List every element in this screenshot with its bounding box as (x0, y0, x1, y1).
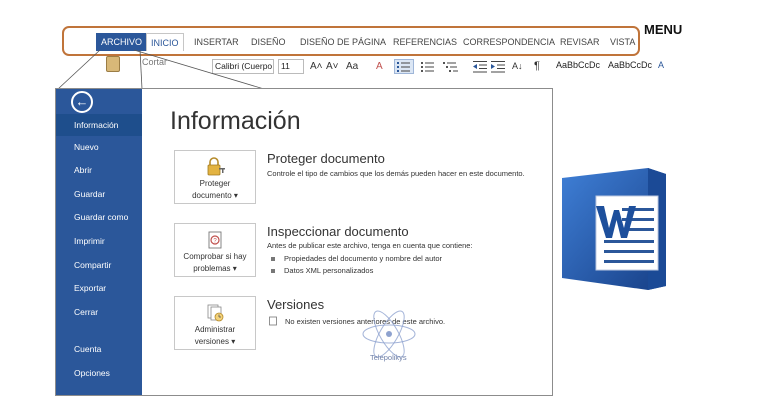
decrease-indent-icon (473, 61, 487, 73)
page-title: Información (170, 107, 301, 135)
nav-imprimir[interactable]: Imprimir (56, 230, 142, 252)
protect-heading: Proteger documento (267, 151, 385, 166)
grow-font-button[interactable]: A˄ (310, 59, 323, 74)
inspect-document-icon: ? (208, 231, 222, 249)
font-name-box[interactable]: Calibri (Cuerpo (212, 59, 274, 74)
style-heading[interactable]: A (658, 60, 664, 70)
manage-versions-label-1: Administrar (194, 325, 236, 334)
nav-guardar-como[interactable]: Guardar como (56, 206, 142, 228)
increase-indent-button[interactable] (490, 60, 506, 78)
font-size-box[interactable]: 11 (278, 59, 304, 74)
bullets-button[interactable] (394, 59, 414, 74)
word-logo-icon (562, 168, 666, 290)
menu-annotation-label: MENU (644, 22, 683, 37)
back-arrow-icon[interactable]: ← (71, 91, 93, 113)
style-no-spacing[interactable]: AaBbCcDc (608, 60, 652, 70)
watermark-text: Telepolikys (370, 353, 407, 362)
backstage-window: ← Información Nuevo Abrir Guardar Guarda… (55, 88, 553, 396)
protect-document-button[interactable]: Proteger documento ▾ (174, 150, 256, 204)
nav-guardar[interactable]: Guardar (56, 183, 142, 205)
multilevel-list-icon (443, 62, 458, 72)
inspect-bullet-xml: Datos XML personalizados (271, 266, 373, 275)
numbering-button[interactable] (420, 60, 438, 78)
bullets-icon (397, 62, 410, 72)
inspect-bullet-properties: Propiedades del documento y nombre del a… (271, 254, 442, 263)
versions-heading: Versiones (267, 297, 325, 312)
check-issues-label-1: Comprobar si hay (183, 252, 247, 261)
multilevel-list-button[interactable] (442, 60, 460, 78)
change-case-button[interactable]: Aa (346, 59, 358, 74)
lock-icon (207, 157, 225, 176)
check-issues-button[interactable]: ? Comprobar si hay problemas ▾ (174, 223, 256, 277)
sort-button[interactable]: A↓ (512, 59, 523, 74)
paragraph-mark-button[interactable]: ¶ (534, 59, 540, 74)
increase-indent-icon (491, 61, 505, 73)
style-normal[interactable]: AaBbCcDc (556, 60, 600, 70)
check-issues-label-2: problemas ▾ (193, 264, 237, 273)
cut-button[interactable]: Cortar (142, 57, 167, 67)
clear-format-button[interactable]: A (376, 59, 383, 74)
nav-cerrar[interactable]: Cerrar (56, 301, 142, 323)
backstage-sidebar: ← Información Nuevo Abrir Guardar Guarda… (56, 89, 142, 395)
manage-versions-button[interactable]: Administrar versiones ▾ (174, 296, 256, 350)
nav-informacion[interactable]: Información (56, 114, 142, 136)
ribbon-controls: Cortar Calibri (Cuerpo 11 A˄ A˅ Aa A A↓ … (90, 56, 768, 80)
protect-description: Controle el tipo de cambios que los demá… (267, 169, 525, 178)
nav-exportar[interactable]: Exportar (56, 277, 142, 299)
nav-opciones[interactable]: Opciones (56, 362, 142, 384)
shrink-font-button[interactable]: A˅ (326, 59, 339, 74)
manage-versions-label-2: versiones ▾ (194, 337, 236, 346)
numbering-icon (421, 62, 434, 72)
inspect-description: Antes de publicar este archivo, tenga en… (267, 241, 473, 250)
menu-highlight-outline (62, 26, 640, 56)
protect-button-label-1: Proteger (199, 179, 231, 188)
document-icon (269, 316, 277, 326)
nav-nuevo[interactable]: Nuevo (56, 136, 142, 158)
decrease-indent-button[interactable] (472, 60, 488, 78)
nav-cuenta[interactable]: Cuenta (56, 338, 142, 360)
nav-abrir[interactable]: Abrir (56, 159, 142, 181)
nav-compartir[interactable]: Compartir (56, 254, 142, 276)
protect-button-label-2: documento ▾ (192, 191, 238, 200)
versions-icon (207, 304, 224, 322)
inspect-heading: Inspeccionar documento (267, 224, 409, 239)
paste-icon[interactable] (106, 56, 120, 72)
